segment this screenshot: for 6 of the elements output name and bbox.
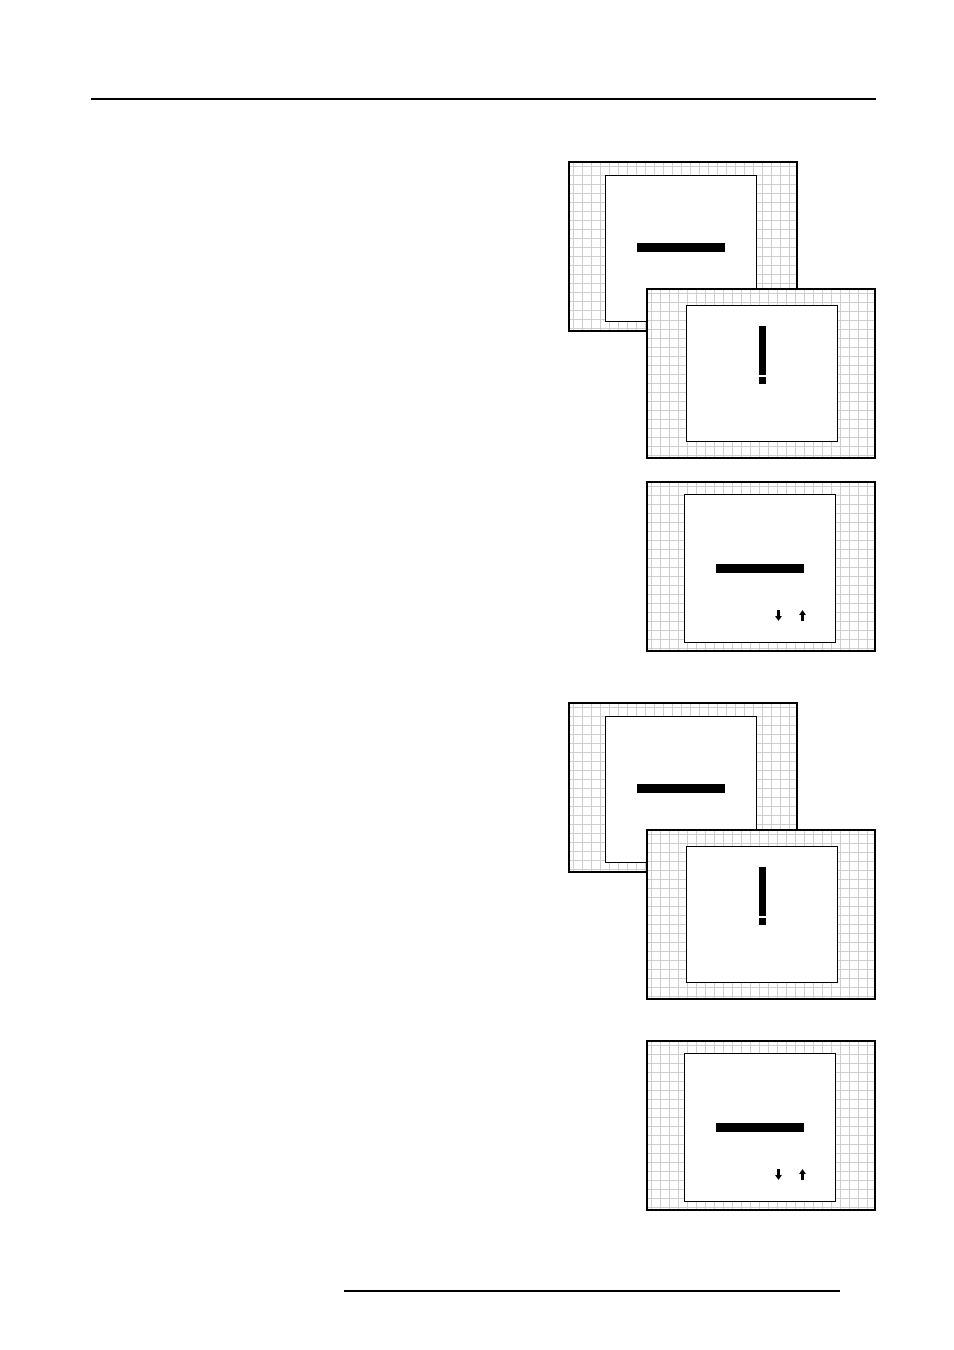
exclamation-icon	[758, 867, 766, 925]
down-arrow-icon	[775, 1169, 782, 1180]
up-arrow-icon	[799, 1169, 806, 1180]
down-arrow-icon	[775, 610, 782, 621]
exclamation-icon	[758, 326, 766, 384]
up-arrow-icon	[799, 610, 806, 621]
